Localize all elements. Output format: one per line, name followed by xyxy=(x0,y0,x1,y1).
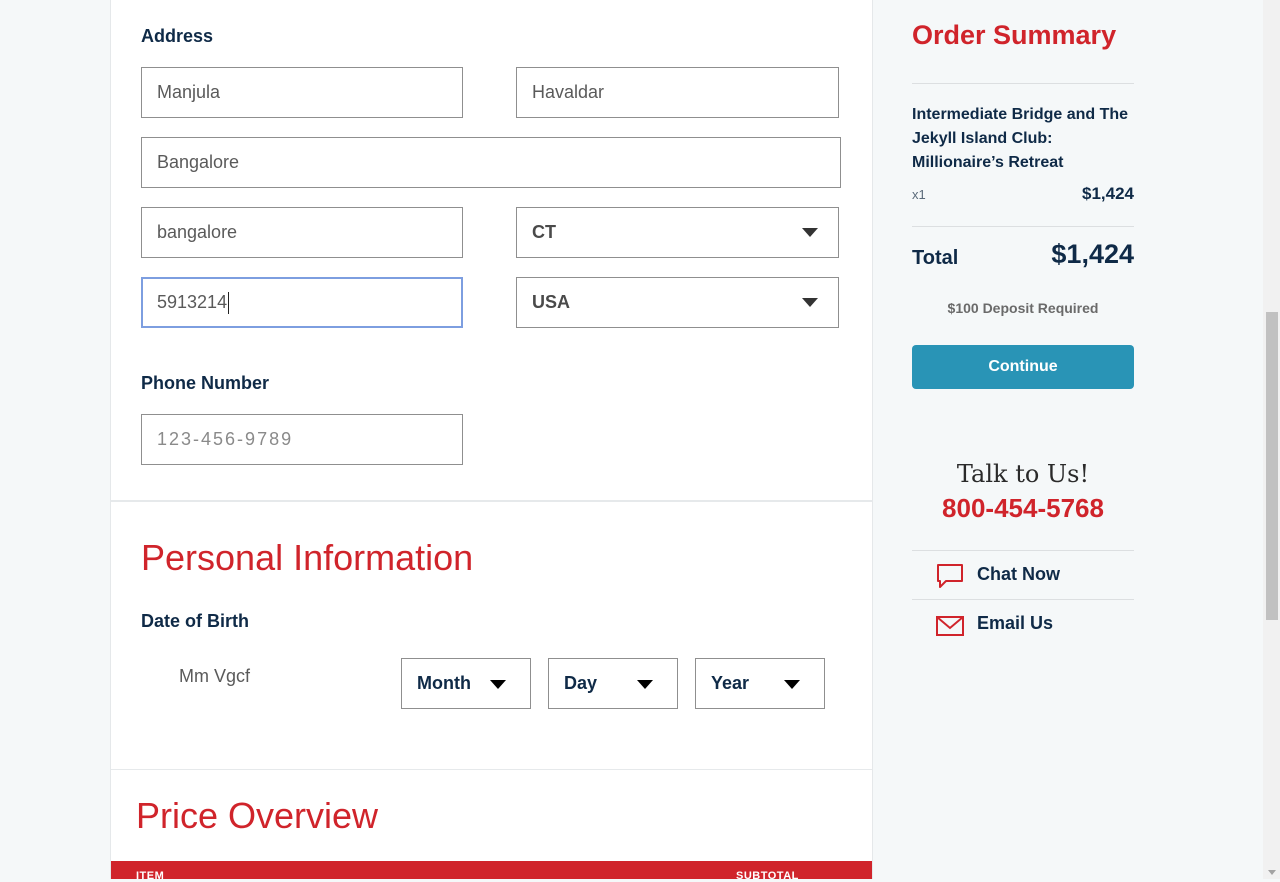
email-us-link[interactable]: Email Us xyxy=(912,600,1134,648)
first-name-field[interactable]: Manjula xyxy=(141,67,463,118)
section-divider xyxy=(111,769,872,770)
address-label: Address xyxy=(141,26,214,46)
chat-bubble-icon xyxy=(937,564,963,588)
phone-number-field[interactable]: 123-456-9789 xyxy=(141,414,463,465)
scrollbar-thumb[interactable] xyxy=(1266,312,1278,620)
country-select-value: USA xyxy=(532,292,571,312)
column-subtotal: SUBTOTAL xyxy=(736,870,799,882)
dob-year-select[interactable]: Year xyxy=(695,658,825,709)
scroll-down-arrow-icon[interactable] xyxy=(1268,870,1276,875)
dob-year-value: Year xyxy=(711,673,750,693)
email-us-label: Email Us xyxy=(977,613,1054,633)
section-divider xyxy=(111,500,872,502)
column-item: ITEM xyxy=(136,870,165,882)
order-summary-heading: Order Summary xyxy=(912,20,1117,50)
date-of-birth-label: Date of Birth xyxy=(141,611,249,631)
dob-month-value: Month xyxy=(417,673,471,693)
chevron-down-icon xyxy=(637,680,653,689)
order-item-price: $1,424 xyxy=(1082,184,1134,203)
price-overview-heading: Price Overview xyxy=(136,795,379,836)
state-select[interactable]: CT xyxy=(516,207,839,258)
chevron-down-icon xyxy=(490,680,506,689)
dob-month-select[interactable]: Month xyxy=(401,658,531,709)
chat-now-link[interactable]: Chat Now xyxy=(912,551,1134,599)
street-address-field[interactable]: Bangalore xyxy=(141,137,841,188)
dob-day-value: Day xyxy=(564,673,598,693)
total-value: $1,424 xyxy=(1051,239,1134,269)
last-name-field[interactable]: Havaldar xyxy=(516,67,839,118)
order-item-quantity: x1 xyxy=(912,187,926,202)
order-item-name: Intermediate Bridge and The Jekyll Islan… xyxy=(912,106,1129,171)
chat-now-label: Chat Now xyxy=(977,564,1060,584)
total-label: Total xyxy=(912,247,959,269)
zip-code-field[interactable]: 5913214 xyxy=(141,277,463,328)
zip-code-value: 5913214 xyxy=(157,292,228,312)
country-select[interactable]: USA xyxy=(516,277,839,328)
continue-button[interactable]: Continue xyxy=(912,345,1134,389)
divider xyxy=(912,83,1134,84)
contact-phone-number[interactable]: 800-454-5768 xyxy=(912,493,1134,524)
text-cursor xyxy=(228,292,230,315)
talk-to-us-heading: Talk to Us! xyxy=(956,460,1090,488)
page-scrollbar[interactable] xyxy=(1263,0,1280,879)
chevron-down-icon xyxy=(802,228,818,237)
personal-information-heading: Personal Information xyxy=(141,537,474,578)
deposit-note: $100 Deposit Required xyxy=(947,300,1099,316)
phone-number-label: Phone Number xyxy=(141,373,270,393)
dob-day-select[interactable]: Day xyxy=(548,658,678,709)
chevron-down-icon xyxy=(784,680,800,689)
city-field[interactable]: bangalore xyxy=(141,207,463,258)
divider xyxy=(912,226,1134,227)
checkout-form-panel: Address Manjula Havaldar Bangalore banga… xyxy=(110,0,873,882)
state-select-value: CT xyxy=(532,222,556,242)
price-table-header: ITEM SUBTOTAL xyxy=(111,861,872,882)
chevron-down-icon xyxy=(802,298,818,307)
traveler-name: Mm Vgcf xyxy=(179,666,251,686)
envelope-icon xyxy=(936,616,964,636)
